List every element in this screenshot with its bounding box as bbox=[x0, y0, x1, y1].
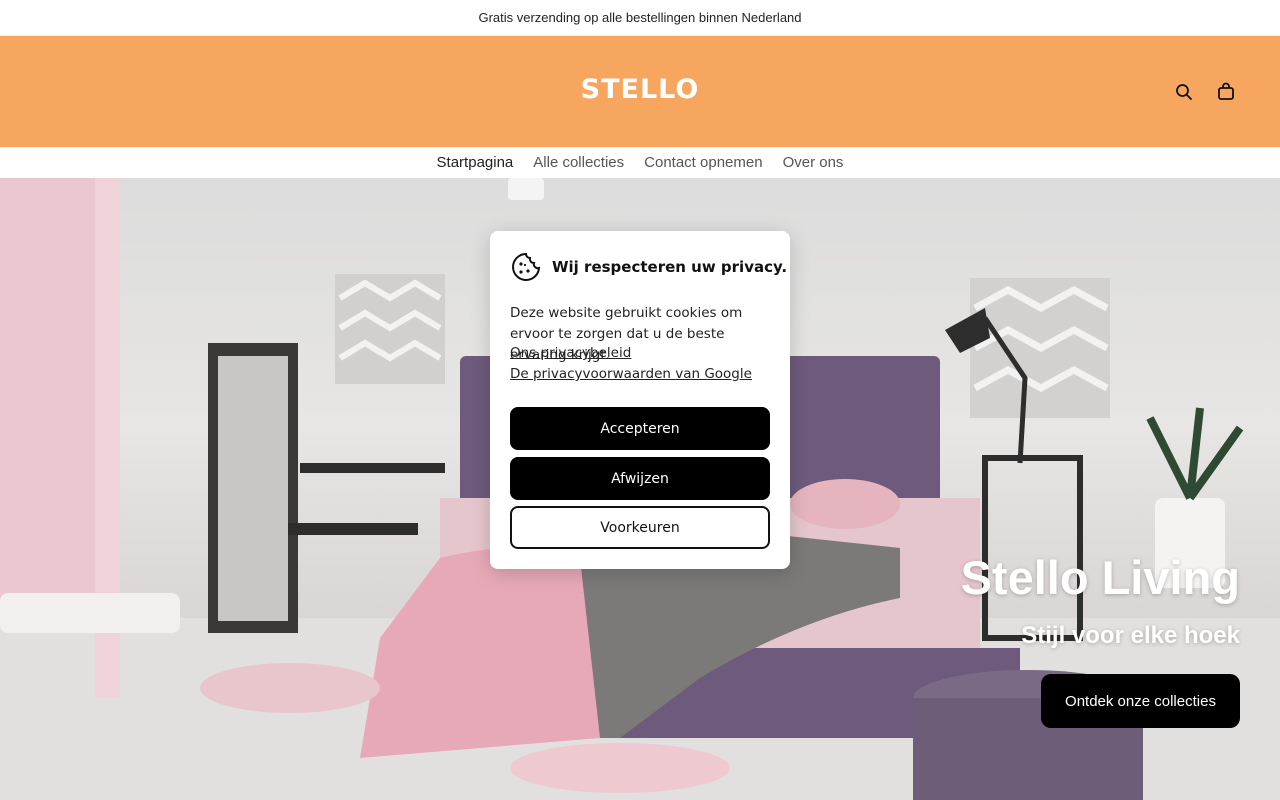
hero-title: Stello Living bbox=[960, 551, 1240, 604]
nav-item-about[interactable]: Over ons bbox=[783, 154, 844, 171]
main-nav: Startpagina Alle collecties Contact opne… bbox=[0, 147, 1280, 178]
google-privacy-link[interactable]: De privacyvoorwaarden van Google bbox=[510, 366, 752, 382]
hero-subtitle: Stijl voor elke hoek bbox=[1021, 622, 1240, 649]
search-icon[interactable] bbox=[1172, 80, 1196, 104]
cookie-consent-dialog: Wij respecteren uw privacy. Deze website… bbox=[490, 231, 790, 569]
announcement-text: Gratis verzending op alle bestellingen b… bbox=[478, 10, 802, 25]
accept-button[interactable]: Accepteren bbox=[510, 407, 770, 450]
nav-item-collections[interactable]: Alle collecties bbox=[533, 154, 624, 171]
nav-item-home[interactable]: Startpagina bbox=[437, 154, 514, 171]
decline-button[interactable]: Afwijzen bbox=[510, 457, 770, 500]
preferences-button[interactable]: Voorkeuren bbox=[510, 506, 770, 549]
cookie-title: Wij respecteren uw privacy. bbox=[552, 258, 788, 276]
discover-collections-button[interactable]: Ontdek onze collecties bbox=[1041, 674, 1240, 728]
announcement-bar: Gratis verzending op alle bestellingen b… bbox=[0, 0, 1280, 36]
nav-item-contact[interactable]: Contact opnemen bbox=[644, 154, 762, 171]
logo[interactable]: STELLO bbox=[581, 74, 700, 105]
bag-icon[interactable] bbox=[1214, 80, 1238, 104]
site-header: STELLO bbox=[0, 36, 1280, 147]
cookie-icon bbox=[510, 251, 542, 283]
privacy-policy-link[interactable]: Ons privacybeleid bbox=[510, 345, 631, 361]
